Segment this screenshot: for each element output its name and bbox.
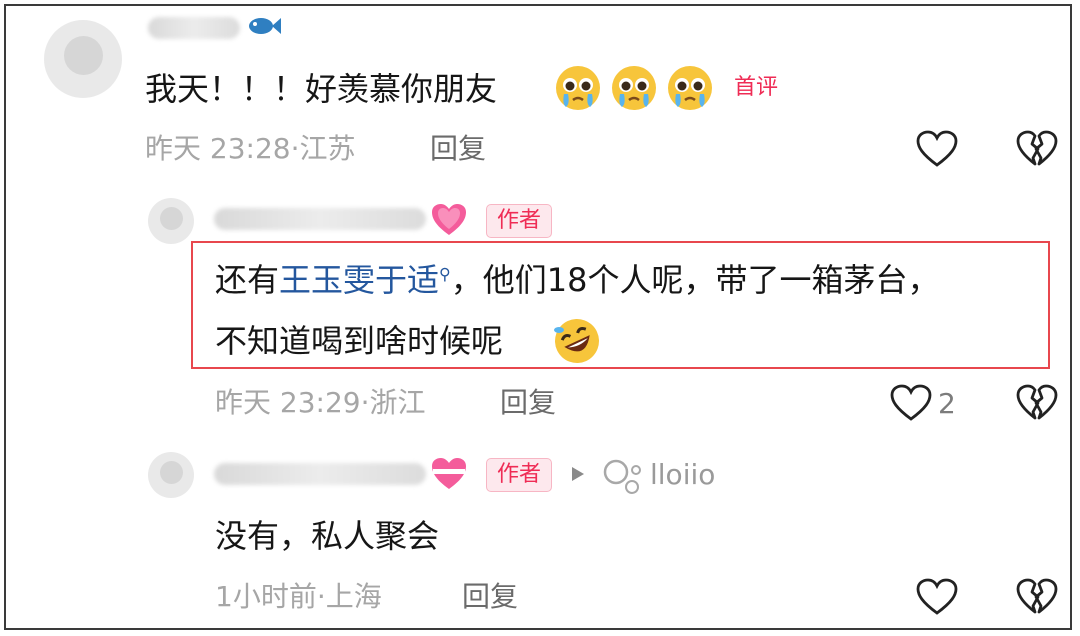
author-tag: 作者: [486, 458, 553, 492]
pleading-face-emoji-icon: [556, 66, 600, 110]
comment-text: 还有王玉雯于适⚲，他们18个人呢，带了一箱茅台，: [215, 264, 939, 296]
comment-text: 没有，私人聚会: [215, 517, 440, 555]
comment-text-rest: ，他们18个人呢，带了一箱茅台，: [450, 261, 940, 299]
fish-icon: [249, 18, 281, 34]
avatar[interactable]: [148, 452, 194, 498]
dislike-broken-heart-icon[interactable]: [1016, 384, 1058, 422]
username-blurred[interactable]: [148, 17, 240, 39]
username-blurred[interactable]: [214, 208, 426, 230]
dislike-broken-heart-icon[interactable]: [1016, 130, 1058, 168]
like-heart-icon[interactable]: [890, 384, 932, 422]
reply-button[interactable]: 回复: [462, 583, 518, 611]
username-blurred[interactable]: [214, 463, 426, 485]
dislike-broken-heart-icon[interactable]: [1016, 578, 1058, 616]
search-icon[interactable]: ⚲: [439, 264, 451, 283]
comment-text-line2: 不知道喝到啥时候呢: [215, 322, 504, 360]
comment-text: 我天！！！好羡慕你朋友: [145, 70, 498, 108]
bubbles-avatar-icon[interactable]: [602, 456, 646, 496]
timestamp-location: 昨天 23:28·江苏: [145, 132, 356, 165]
like-heart-icon[interactable]: [916, 130, 958, 168]
timestamp-location: 昨天 23:29·浙江: [215, 386, 426, 419]
pleading-face-emoji-icon: [668, 66, 712, 110]
rofl-emoji-icon: [554, 319, 599, 363]
timestamp-location: 1小时前·上海: [215, 580, 382, 613]
like-heart-icon[interactable]: [916, 578, 958, 616]
pleading-face-emoji-icon: [612, 66, 656, 110]
avatar[interactable]: [148, 198, 194, 244]
heart-ribbon-icon: [432, 458, 466, 489]
reply-button[interactable]: 回复: [500, 389, 556, 417]
mention-link[interactable]: 王玉雯于适: [279, 261, 439, 299]
reply-arrow-icon: [572, 467, 584, 481]
reply-button[interactable]: 回复: [430, 135, 486, 163]
author-tag: 作者: [486, 204, 553, 238]
growing-heart-icon: [432, 204, 466, 235]
comment-text-prefix: 还有: [215, 261, 280, 299]
reply-to-username[interactable]: lloiio: [650, 461, 715, 489]
first-comment-tag: 首评: [734, 75, 779, 100]
like-count: 2: [938, 387, 956, 420]
avatar[interactable]: [44, 20, 122, 98]
